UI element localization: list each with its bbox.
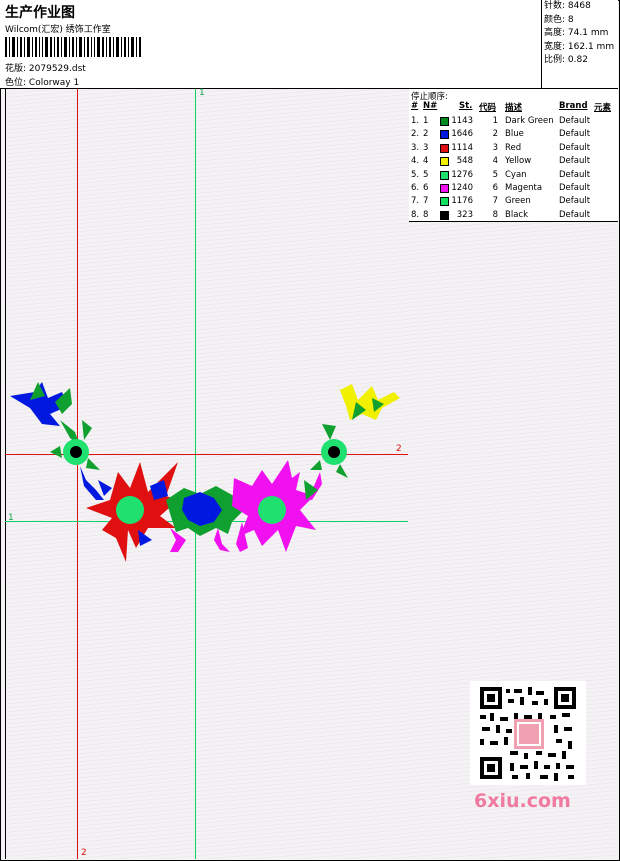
row-index: 8. — [411, 209, 420, 220]
row-desc: Red — [505, 142, 522, 153]
color-swatch — [440, 157, 449, 167]
row-brand: Default — [559, 196, 591, 207]
left-branch — [10, 382, 104, 500]
row-no: 5 — [423, 169, 429, 180]
row-code: 2 — [492, 129, 498, 140]
row-no: 3 — [423, 142, 429, 153]
row-stitches: 1646 — [451, 129, 473, 140]
row-code: 6 — [492, 183, 498, 193]
row-stitches: 1240 — [451, 183, 473, 193]
row-desc: Magenta — [505, 183, 543, 193]
row-stitches: 1176 — [451, 196, 473, 207]
row-brand: Default — [559, 183, 591, 193]
color-swatch — [440, 210, 449, 220]
table-row: 3. 3 1114 3 Red Default — [409, 142, 618, 155]
row-stitches: 1114 — [451, 142, 473, 153]
stop-sequence-table: 停止顺序: # N# St. 代码 描述 Brand 元素 1. 1 1143 1 Da… — [409, 89, 618, 222]
row-stitches: 323 — [456, 209, 473, 220]
right-branch — [304, 384, 400, 500]
row-index: 1. — [411, 116, 420, 126]
row-stitches: 1276 — [451, 169, 473, 180]
row-code: 8 — [492, 209, 498, 220]
row-code: 7 — [492, 196, 498, 207]
color-swatch — [440, 170, 449, 180]
col-desc: 描述 — [505, 103, 523, 113]
row-no: 6 — [423, 183, 429, 193]
row-brand: Default — [559, 209, 591, 220]
col-index: # — [411, 101, 419, 111]
table-row: 1. 1 1143 1 Dark Green Default — [409, 115, 618, 128]
row-stitches: 1143 — [451, 116, 473, 126]
col-stitches: St. — [459, 101, 473, 111]
color-swatch — [440, 197, 449, 207]
table-header: # N# St. 代码 描述 Brand 元素 — [409, 101, 618, 114]
row-brand: Default — [559, 129, 591, 140]
table-row: 6. 6 1240 6 Magenta Default — [409, 182, 618, 195]
col-code: 代码 — [479, 103, 497, 113]
table-row: 7. 7 1176 7 Green Default — [409, 195, 618, 208]
row-index: 5. — [411, 169, 420, 180]
row-desc: Green — [505, 196, 531, 207]
row-brand: Default — [559, 142, 591, 153]
color-swatch — [440, 143, 449, 153]
row-no: 4 — [423, 156, 429, 167]
row-desc: Yellow — [505, 156, 532, 167]
row-no: 1 — [423, 116, 429, 126]
table-row: 8. 8 323 8 Black Default — [409, 209, 618, 222]
row-stitches: 548 — [456, 156, 473, 167]
row-desc: Blue — [505, 129, 524, 140]
color-swatch — [440, 184, 449, 193]
row-code: 5 — [492, 169, 498, 180]
row-no: 2 — [423, 129, 429, 140]
row-index: 4. — [411, 156, 420, 167]
qr-code-icon — [470, 681, 586, 785]
row-index: 2. — [411, 129, 420, 140]
row-desc: Dark Green — [505, 116, 554, 126]
row-desc: Black — [505, 209, 528, 220]
row-brand: Default — [559, 169, 591, 180]
col-brand: Brand — [559, 101, 588, 111]
row-index: 6. — [411, 183, 420, 193]
watermark: 6xiu.com — [474, 790, 571, 812]
right-flower — [232, 460, 318, 552]
row-code: 4 — [492, 156, 498, 167]
color-swatch — [440, 130, 449, 140]
row-no: 8 — [423, 209, 429, 220]
table-row: 4. 4 548 4 Yellow Default — [409, 155, 618, 168]
row-desc: Cyan — [505, 169, 527, 180]
row-no: 7 — [423, 196, 429, 207]
row-brand: Default — [559, 156, 591, 167]
row-code: 1 — [492, 116, 498, 126]
row-code: 3 — [492, 142, 498, 153]
col-no: N# — [423, 101, 438, 111]
row-index: 7. — [411, 196, 420, 207]
col-element: 元素 — [594, 103, 612, 113]
table-row: 2. 2 1646 2 Blue Default — [409, 128, 618, 141]
row-brand: Default — [559, 116, 591, 126]
table-row: 5. 5 1276 5 Cyan Default — [409, 169, 618, 182]
row-index: 3. — [411, 142, 420, 153]
color-swatch — [440, 117, 449, 126]
